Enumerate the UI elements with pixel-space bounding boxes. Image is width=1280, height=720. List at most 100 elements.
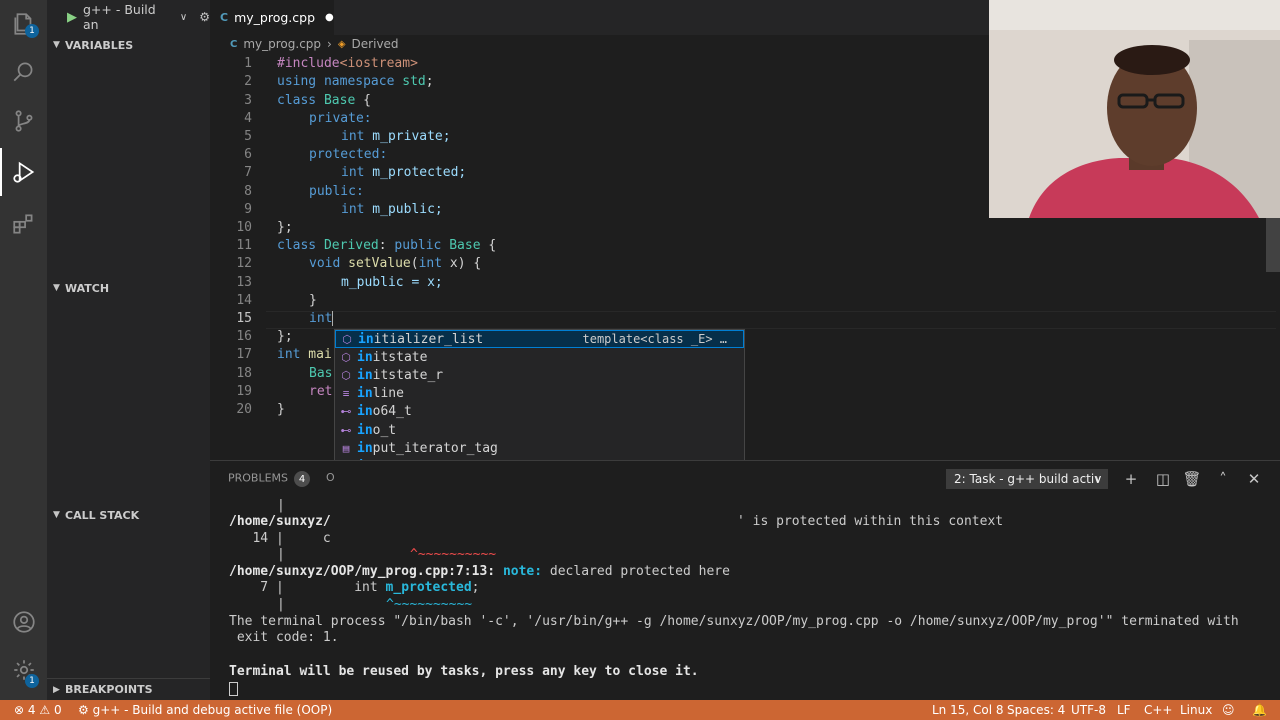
terminal-line: ' is protected within this context <box>737 514 1004 529</box>
text-cursor <box>332 311 334 326</box>
typedef-symbol-icon: ⊷ <box>340 405 352 419</box>
code-line-15: int <box>309 311 334 326</box>
breadcrumb: C my_prog.cpp › ◈ Derived <box>230 35 399 53</box>
cursor-position[interactable]: Ln 15, Col 8 <box>932 703 1004 717</box>
task-status[interactable]: ⚙ g++ - Build and debug active file (OOP… <box>78 703 332 717</box>
problems-status[interactable]: ⊗ 4 ⚠ 0 <box>14 703 62 717</box>
chevron-right-icon: › <box>327 37 332 51</box>
code-line-6: protected: <box>309 147 388 162</box>
terminal-line: ^~~~~~~~~~~ <box>410 547 497 562</box>
task-status-label: g++ - Build and debug active file (OOP) <box>92 703 333 717</box>
code-line-18: Bas <box>309 366 333 381</box>
breakpoints-section-header[interactable]: ▶ BREAKPOINTS <box>47 678 210 700</box>
suggestion-item[interactable]: ⬡ in itstate <box>335 348 744 366</box>
problems-label: PROBLEMS <box>228 471 289 485</box>
suggestion-item[interactable]: ⊷ in o64_t <box>335 403 744 421</box>
indentation[interactable]: Spaces: 4 <box>1007 703 1065 717</box>
cpp-file-icon: C <box>220 11 229 24</box>
breadcrumb-file-icon: C <box>230 38 238 50</box>
typedef-symbol-icon: ⊷ <box>340 423 352 437</box>
terminal-line: /home/sunxyz/OOP/my_prog.cpp:7:13: note:… <box>229 564 730 579</box>
feedback-icon[interactable]: ☺ <box>1222 703 1235 717</box>
bell-icon[interactable]: 🔔 <box>1252 703 1267 717</box>
close-panel-icon[interactable]: ✕ <box>1244 469 1264 489</box>
terminal-line: Terminal will be reused by tasks, press … <box>229 664 699 679</box>
line-number: 14 <box>236 293 252 308</box>
tab-problems[interactable]: PROBLEMS 4 <box>228 471 311 487</box>
suggestion-match: in <box>357 440 373 456</box>
line-number: 7 <box>244 165 252 180</box>
line-number: 10 <box>236 220 252 235</box>
chevron-down-icon: ∨ <box>179 11 188 23</box>
chevron-right-icon: ▶ <box>53 684 60 695</box>
struct-symbol-icon: ▤ <box>342 441 350 455</box>
source-control-icon[interactable] <box>0 97 47 145</box>
line-number: 20 <box>236 402 252 417</box>
line-number: 18 <box>236 366 252 381</box>
suggestion-match: in <box>357 422 373 438</box>
manage-badge: 1 <box>25 674 39 688</box>
debug-settings-gear-icon[interactable]: ⚙ <box>199 10 210 24</box>
terminal-line: 7 | int m_protected; <box>229 580 480 595</box>
run-debug-icon[interactable] <box>0 148 47 196</box>
encoding[interactable]: UTF-8 <box>1071 703 1106 717</box>
variables-section-header[interactable]: ▼ VARIABLES <box>47 34 210 56</box>
line-number: 15 <box>236 311 252 326</box>
explorer-icon[interactable]: 1 <box>0 0 47 48</box>
code-line-17: int mai <box>277 347 332 362</box>
variables-title: VARIABLES <box>65 38 134 52</box>
code-line-13: m_public = x; <box>341 275 443 290</box>
code-line-16: }; <box>277 329 293 344</box>
class-symbol-icon: ⬡ <box>341 368 351 382</box>
webcam-video <box>989 0 1280 218</box>
call-stack-section-header[interactable]: ▼ CALL STACK <box>47 504 210 526</box>
warning-icon: ⚠ <box>39 703 51 717</box>
terminal-line: | <box>277 498 285 513</box>
breadcrumb-symbol[interactable]: Derived <box>352 37 399 51</box>
tab-my-prog-cpp[interactable]: C my_prog.cpp ● <box>210 0 334 35</box>
terminal-select[interactable]: 2: Task - g++ build activ ∨ <box>946 469 1108 489</box>
suggestion-match: in <box>358 331 374 347</box>
suggestion-item[interactable]: ⊷ in o_t <box>335 421 744 439</box>
suggestion-item[interactable]: ⬡ in itstate_r <box>335 366 744 384</box>
debug-sidebar: ▶ g++ - Build an ∨ ⚙ ▼ VARIABLES ▼ WATCH… <box>47 0 210 700</box>
os-indicator[interactable]: Linux <box>1180 703 1212 717</box>
search-icon[interactable] <box>0 48 47 96</box>
account-icon[interactable] <box>0 598 47 646</box>
line-number: 17 <box>236 347 252 362</box>
terminal-select-label: 2: Task - g++ build activ <box>954 472 1102 486</box>
extensions-icon[interactable] <box>0 200 47 248</box>
chevron-down-icon: ▼ <box>53 510 60 520</box>
suggestion-item[interactable]: ▤ in put_iterator_tag <box>335 439 744 457</box>
tab-output[interactable]: O <box>326 471 335 484</box>
end-of-line[interactable]: LF <box>1117 703 1131 717</box>
editor-scrollbar[interactable] <box>1266 218 1280 272</box>
unsaved-dot-icon[interactable]: ● <box>325 12 334 23</box>
suggestion-detail: template<class _E> … <box>582 332 728 346</box>
line-number: 12 <box>236 256 252 271</box>
code-line-7: int m_protected; <box>341 165 467 180</box>
suggestion-match: in <box>357 367 373 383</box>
suggestion-item[interactable]: ⬡ in itializer_list template<class _E> … <box>335 330 744 348</box>
problems-count-badge: 4 <box>294 471 311 487</box>
start-debugging-icon[interactable]: ▶ <box>67 10 77 25</box>
breakpoints-title: BREAKPOINTS <box>65 683 153 696</box>
keyword-symbol-icon: ≡ <box>342 387 350 401</box>
code-line-14: } <box>309 293 317 308</box>
trash-icon[interactable]: 🗑 <box>1182 469 1202 489</box>
debug-config-select[interactable]: g++ - Build an ∨ <box>77 2 193 32</box>
watch-section-header[interactable]: ▼ WATCH <box>47 277 210 299</box>
new-terminal-icon[interactable]: + <box>1121 469 1141 489</box>
maximize-panel-icon[interactable]: ˄ <box>1213 469 1233 489</box>
line-number: 3 <box>244 93 252 108</box>
manage-gear-icon[interactable]: 1 <box>0 646 47 694</box>
language-mode[interactable]: C++ <box>1144 703 1173 717</box>
breadcrumb-file[interactable]: my_prog.cpp <box>243 37 321 51</box>
suggestion-item[interactable]: ≡ in line <box>335 385 744 403</box>
terminal-line: ^~~~~~~~~~~ <box>386 597 473 612</box>
code-line-10: }; <box>277 220 293 235</box>
activity-bar: 1 1 <box>0 0 47 700</box>
code-line-9: int m_public; <box>341 202 443 217</box>
terminal-line: 14 | c <box>229 531 331 546</box>
split-terminal-icon[interactable]: ◫ <box>1153 469 1173 489</box>
